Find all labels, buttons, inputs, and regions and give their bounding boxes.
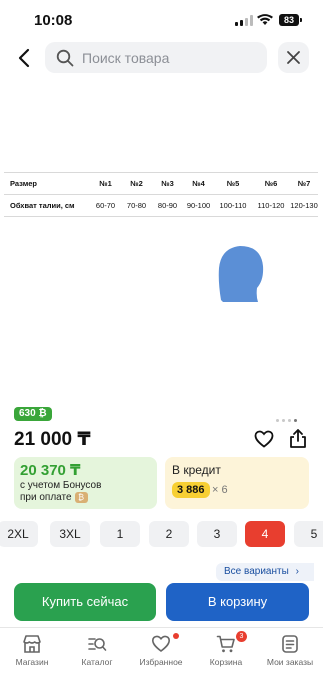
size-table-cell: №6 xyxy=(252,172,290,195)
size-table-header: Размер №1 №2 №3 №4 №5 №6 №7 xyxy=(4,172,318,195)
tab-label: Избранное xyxy=(139,657,183,667)
battery-icon: 83 xyxy=(279,14,302,26)
size-table-cell: 60-70 xyxy=(90,194,121,217)
size-table-row: Обхват талии, см 60-70 70-80 80-90 90-10… xyxy=(4,194,318,217)
credit-card[interactable]: В кредит 3 886 × 6 xyxy=(165,457,309,509)
search-placeholder: Поиск товара xyxy=(82,50,170,66)
bonus-description: с учетом Бонусов при оплате ₿ xyxy=(20,480,101,504)
size-table-cell: №4 xyxy=(183,172,214,195)
bonus-price-card[interactable]: 20 370 ₸ с учетом Бонусов при оплате ₿ xyxy=(14,457,157,509)
size-option[interactable]: 2XL xyxy=(0,521,38,547)
size-table-cell: №2 xyxy=(121,172,152,195)
signal-icon xyxy=(235,15,253,26)
size-option[interactable]: 3XL xyxy=(50,521,90,547)
tab-label: Магазин xyxy=(15,657,49,667)
shop-icon xyxy=(23,635,41,653)
favorites-notification-dot xyxy=(173,633,179,639)
size-table-cell: 100-110 xyxy=(214,194,252,217)
size-table: Размер №1 №2 №3 №4 №5 №6 №7 Обхват талии… xyxy=(4,172,318,217)
tab-my-orders[interactable]: Мои заказы xyxy=(258,634,322,667)
tab-label: Каталог xyxy=(81,657,113,667)
product-price: 21 000 ₸ xyxy=(14,429,91,450)
size-table-cell: 90-100 xyxy=(183,194,214,217)
chevron-right-icon: › xyxy=(295,566,299,577)
orders-icon xyxy=(282,635,298,653)
size-table-cell: №5 xyxy=(214,172,252,195)
back-arrow-icon[interactable] xyxy=(14,47,36,69)
status-time: 10:08 xyxy=(34,12,73,29)
favorite-heart-icon[interactable] xyxy=(254,430,274,448)
bonus-line-2: при оплате xyxy=(20,492,72,504)
size-option[interactable]: 3 xyxy=(197,521,237,547)
bottom-tab-bar: Магазин Каталог Избранное 3 Корзина Мои … xyxy=(0,627,323,700)
size-table-cell: №3 xyxy=(152,172,183,195)
size-table-cell: 110-120 xyxy=(252,194,290,217)
bonus-coin-icon: ₿ xyxy=(74,492,88,503)
bonus-line-1: с учетом Бонусов xyxy=(20,480,102,491)
image-pager-dots xyxy=(276,409,300,427)
cart-icon xyxy=(216,635,235,653)
size-table-cell: 80-90 xyxy=(152,194,183,217)
size-table-cell: №7 xyxy=(290,172,318,195)
tab-label: Корзина xyxy=(209,657,243,667)
product-image-shape xyxy=(218,246,264,302)
buy-now-button[interactable]: Купить сейчас xyxy=(14,583,156,621)
status-bar: 10:08 83 xyxy=(0,0,323,40)
size-table-cell: Обхват талии, см xyxy=(4,194,90,217)
catalog-icon xyxy=(88,638,107,651)
add-to-cart-button[interactable]: В корзину xyxy=(166,583,309,621)
credit-title: В кредит xyxy=(172,463,221,477)
all-variants-link[interactable]: Все варианты › xyxy=(216,563,314,581)
tab-label: Мои заказы xyxy=(266,657,314,667)
close-icon xyxy=(287,51,300,64)
tab-shop[interactable]: Магазин xyxy=(0,634,64,667)
heart-icon xyxy=(151,635,171,653)
tab-catalog[interactable]: Каталог xyxy=(65,634,129,667)
size-option-selected[interactable]: 4 xyxy=(245,521,285,547)
size-table-cell: Размер xyxy=(4,172,90,195)
cart-count-badge: 3 xyxy=(236,631,247,642)
wifi-icon xyxy=(257,14,273,25)
share-icon[interactable] xyxy=(289,428,307,449)
bonus-badge: 630 ₿ xyxy=(14,407,52,421)
all-variants-label: Все варианты xyxy=(224,566,289,577)
credit-multiplier: × 6 xyxy=(212,484,228,496)
size-option[interactable]: 5 xyxy=(294,521,323,547)
size-table-cell: 70-80 xyxy=(121,194,152,217)
bonus-price: 20 370 ₸ xyxy=(20,462,81,479)
credit-amount: 3 886 xyxy=(172,482,210,498)
close-button[interactable] xyxy=(278,42,309,73)
tab-cart[interactable]: 3 Корзина xyxy=(194,631,258,667)
search-input[interactable]: Поиск товара xyxy=(45,42,267,73)
size-option[interactable]: 2 xyxy=(149,521,189,547)
size-option[interactable]: 1 xyxy=(100,521,140,547)
size-table-cell: №1 xyxy=(90,172,121,195)
tab-favorites[interactable]: Избранное xyxy=(129,633,193,667)
search-icon xyxy=(56,49,74,67)
size-table-cell: 120-130 xyxy=(290,194,318,217)
